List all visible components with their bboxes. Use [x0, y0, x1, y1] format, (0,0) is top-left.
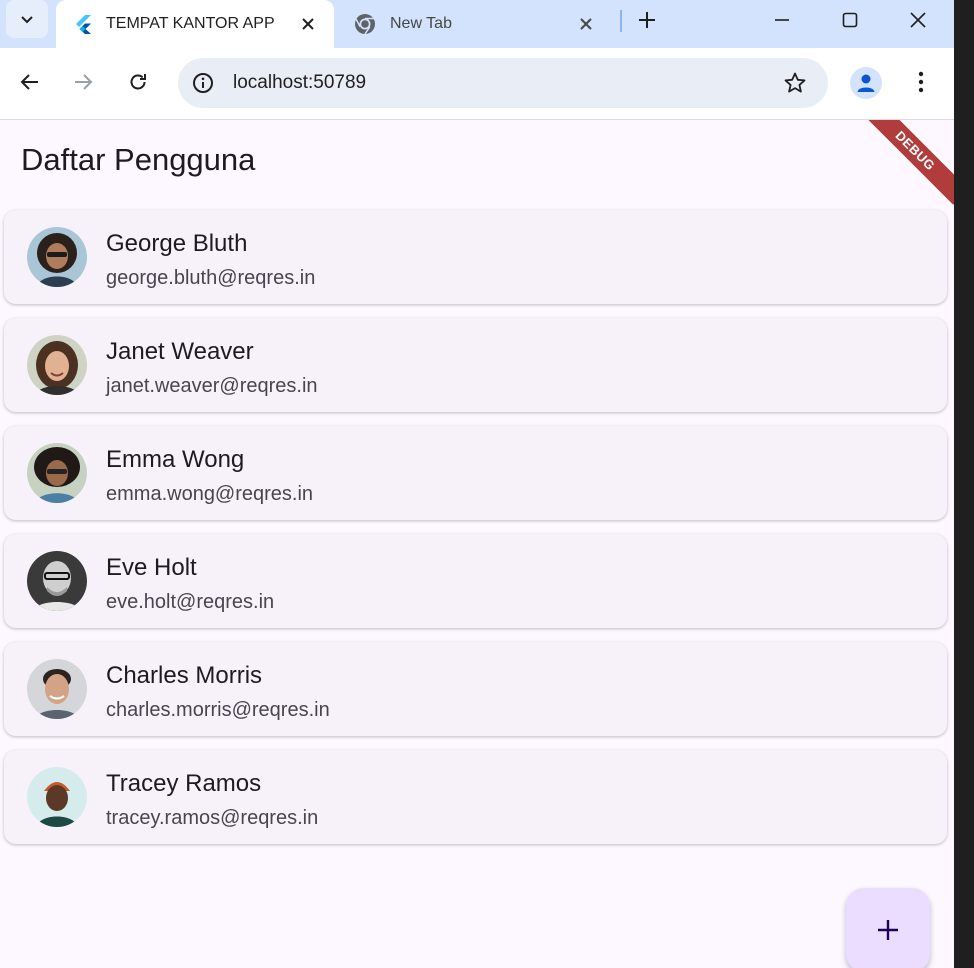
app-page: Daftar Pengguna DEBUG George Bluth georg… — [0, 120, 954, 968]
add-user-button[interactable] — [846, 888, 930, 968]
info-icon — [193, 73, 213, 93]
browser-toolbar: localhost:50789 — [0, 48, 954, 120]
user-card[interactable]: Emma Wong emma.wong@reqres.in — [4, 426, 947, 520]
reload-button[interactable] — [120, 64, 156, 100]
maximize-button[interactable] — [816, 0, 884, 40]
user-name: Charles Morris — [106, 662, 263, 689]
new-tab-button[interactable] — [632, 6, 662, 34]
tab-new-tab[interactable]: New Tab — [344, 0, 612, 48]
tab-title: New Tab — [390, 15, 452, 32]
avatar — [27, 335, 87, 395]
close-tab-button[interactable] — [574, 12, 598, 36]
flutter-icon — [76, 15, 91, 34]
reload-icon — [130, 74, 146, 90]
minimize-icon — [775, 19, 789, 21]
minimize-button[interactable] — [748, 0, 816, 40]
more-vert-icon — [918, 71, 924, 93]
forward-button[interactable] — [65, 64, 101, 100]
tab-tempat-kantor[interactable]: TEMPAT KANTOR APP — [56, 0, 334, 48]
plus-icon — [878, 920, 898, 940]
user-name: Janet Weaver — [106, 338, 254, 365]
user-email: janet.weaver@reqres.in — [106, 375, 318, 397]
user-card[interactable]: Charles Morris charles.morris@reqres.in — [4, 642, 947, 736]
user-name: Tracey Ramos — [106, 770, 262, 797]
avatar — [27, 551, 87, 611]
avatar — [27, 767, 87, 827]
user-email: george.bluth@reqres.in — [106, 267, 316, 289]
back-button[interactable] — [12, 64, 48, 100]
chrome-icon — [355, 14, 375, 35]
arrow-right-icon — [75, 74, 93, 90]
maximize-icon — [842, 12, 858, 28]
arrow-left-icon — [20, 74, 38, 90]
avatar — [27, 227, 87, 287]
menu-button[interactable] — [903, 64, 939, 100]
close-icon — [910, 12, 926, 28]
user-name: Eve Holt — [106, 554, 197, 581]
user-email: charles.morris@reqres.in — [106, 699, 330, 721]
chevron-down-icon — [21, 16, 33, 24]
user-name: Emma Wong — [106, 446, 245, 473]
tab-strip: TEMPAT KANTOR APP New Tab — [0, 0, 954, 48]
page-title: Daftar Pengguna — [21, 142, 256, 177]
bookmark-button[interactable] — [782, 70, 808, 96]
profile-button[interactable] — [850, 67, 882, 99]
desktop-edge — [954, 0, 974, 968]
person-icon — [857, 74, 875, 92]
user-name: George Bluth — [106, 230, 248, 257]
tab-separator — [620, 10, 622, 32]
avatar — [27, 659, 87, 719]
user-card[interactable]: Tracey Ramos tracey.ramos@reqres.in — [4, 750, 947, 844]
user-email: tracey.ramos@reqres.in — [106, 807, 319, 829]
user-email: emma.wong@reqres.in — [106, 483, 314, 505]
tab-title: TEMPAT KANTOR APP — [106, 15, 275, 32]
user-card[interactable]: Eve Holt eve.holt@reqres.in — [4, 534, 947, 628]
browser-window: TEMPAT KANTOR APP New Tab localhost:5078… — [0, 0, 954, 968]
site-info-button[interactable] — [190, 70, 216, 96]
close-icon — [580, 18, 592, 30]
close-tab-button[interactable] — [296, 12, 320, 36]
url-text[interactable]: localhost:50789 — [233, 72, 366, 94]
debug-banner: DEBUG — [861, 120, 954, 205]
close-window-button[interactable] — [884, 0, 952, 40]
address-bar[interactable]: localhost:50789 — [178, 58, 828, 108]
tab-search-button[interactable] — [6, 0, 48, 38]
close-icon — [302, 18, 314, 30]
user-card[interactable]: Janet Weaver janet.weaver@reqres.in — [4, 318, 947, 412]
plus-icon — [639, 12, 655, 28]
star-icon — [784, 72, 806, 93]
avatar — [27, 443, 87, 503]
user-email: eve.holt@reqres.in — [106, 591, 275, 613]
user-card[interactable]: George Bluth george.bluth@reqres.in — [4, 210, 947, 304]
